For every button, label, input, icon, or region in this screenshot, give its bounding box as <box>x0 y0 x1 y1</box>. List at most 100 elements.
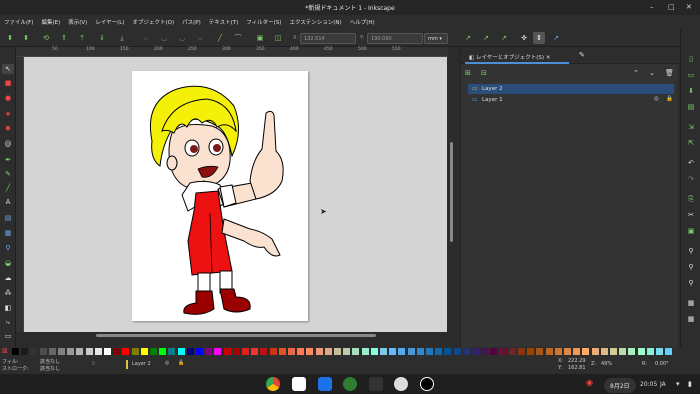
color-swatch[interactable] <box>278 348 286 355</box>
rotate-ccw-icon[interactable]: ⟲ <box>40 32 52 44</box>
color-swatch[interactable] <box>131 348 139 355</box>
color-swatch[interactable] <box>186 348 194 355</box>
color-swatch[interactable] <box>545 348 553 355</box>
path-effect2-icon[interactable]: ↗ <box>480 32 492 44</box>
menu-layer[interactable]: レイヤー(L) <box>91 15 128 29</box>
input-language[interactable]: JA <box>660 381 666 388</box>
color-swatch[interactable] <box>646 348 654 355</box>
clone-icon[interactable]: ▦ <box>685 315 697 325</box>
color-swatch[interactable] <box>21 348 29 355</box>
fill-stroke-tab-icon[interactable]: ✎ <box>579 51 585 59</box>
x-coordinate-field[interactable]: 132.614 <box>300 33 356 44</box>
text-tool-icon[interactable]: A <box>2 197 14 207</box>
import-icon[interactable]: ⇲ <box>685 123 697 133</box>
snap-toggle-icon[interactable]: ⇕ <box>533 32 545 44</box>
color-swatch[interactable] <box>48 348 56 355</box>
redo-icon[interactable]: ↷ <box>685 175 697 185</box>
record-icon[interactable]: ◉ <box>586 378 593 387</box>
color-swatch[interactable] <box>324 348 332 355</box>
color-swatch[interactable] <box>269 348 277 355</box>
color-swatch[interactable] <box>665 348 673 355</box>
add-layer-icon[interactable]: ⊞ <box>465 69 471 77</box>
terminal-icon[interactable] <box>369 377 383 391</box>
minimize-icon[interactable]: – <box>650 3 654 11</box>
scrollbar-thumb[interactable] <box>450 142 453 242</box>
node-cusp-icon[interactable]: ⌵ <box>140 32 152 44</box>
color-swatch[interactable] <box>380 348 387 355</box>
color-swatch[interactable] <box>656 348 663 355</box>
maximize-icon[interactable]: □ <box>668 3 675 11</box>
color-swatch[interactable] <box>214 348 222 355</box>
save-icon[interactable]: ⬇ <box>685 87 697 97</box>
color-swatch[interactable] <box>536 348 544 355</box>
color-swatch[interactable] <box>94 348 102 355</box>
color-swatch[interactable] <box>416 348 424 355</box>
opacity-field[interactable]: 0 <box>92 361 95 367</box>
color-swatch[interactable] <box>407 348 415 355</box>
gradient-tool-icon[interactable]: ▤ <box>2 213 14 223</box>
color-swatch[interactable] <box>232 348 240 355</box>
color-swatch[interactable] <box>472 348 479 355</box>
calligraphy-tool-icon[interactable]: ╱ <box>2 183 14 193</box>
node-symmetric-icon[interactable]: ◡ <box>176 32 188 44</box>
code-editor-icon[interactable] <box>343 377 357 391</box>
color-swatch[interactable] <box>490 348 498 355</box>
color-swatch[interactable] <box>591 348 599 355</box>
layer-lock-icon[interactable]: 🔓 <box>178 360 184 366</box>
export-icon[interactable]: ⇱ <box>685 139 697 149</box>
paint-bucket-tool-icon[interactable]: ◒ <box>2 258 14 268</box>
close-icon[interactable]: ✕ <box>686 3 692 11</box>
rectangle-tool-icon[interactable]: ■ <box>2 78 14 88</box>
color-swatch[interactable] <box>352 348 360 355</box>
object-to-path-icon[interactable]: ▣ <box>254 32 266 44</box>
color-swatch[interactable] <box>150 348 157 355</box>
color-swatch[interactable] <box>306 348 314 355</box>
print-icon[interactable]: ▤ <box>685 103 697 113</box>
color-swatch[interactable] <box>67 348 75 355</box>
raise-layer-icon[interactable]: ⌃ <box>633 69 639 77</box>
color-swatch[interactable] <box>260 348 268 355</box>
selector-tool-icon[interactable]: ↖ <box>2 64 14 74</box>
girl-illustration[interactable] <box>132 71 308 321</box>
color-swatch[interactable] <box>140 348 148 355</box>
color-swatch[interactable] <box>564 348 571 355</box>
layer-row[interactable]: ▭ Layer 2 <box>468 84 674 94</box>
color-swatch[interactable] <box>85 348 93 355</box>
color-swatch[interactable] <box>251 348 259 355</box>
copy-icon[interactable]: ⎘ <box>685 195 697 205</box>
current-layer[interactable]: Layer 2 <box>132 361 151 367</box>
ellipse-tool-icon[interactable]: ● <box>2 93 14 103</box>
tab-layers-objects[interactable]: ◧ レイヤーとオブジェクト(S) ✕ <box>465 49 569 64</box>
dropper-tool-icon[interactable]: ⚲ <box>2 243 14 253</box>
menu-path[interactable]: パス(P) <box>178 15 205 29</box>
paste-icon[interactable]: ▣ <box>685 227 697 237</box>
color-swatch[interactable] <box>499 348 507 355</box>
color-swatch[interactable] <box>508 348 516 355</box>
color-swatch[interactable] <box>610 348 617 355</box>
color-swatch[interactable] <box>12 348 19 355</box>
play-store-icon[interactable] <box>292 377 306 391</box>
color-swatch[interactable] <box>58 348 65 355</box>
color-swatch[interactable] <box>573 348 581 355</box>
pencil-tool-icon[interactable]: ✎ <box>2 169 14 179</box>
raise-icon[interactable]: ⇑ <box>58 32 70 44</box>
color-swatch[interactable] <box>334 348 341 355</box>
no-paint-icon[interactable]: ⊠ <box>2 347 8 355</box>
pen-tool-icon[interactable]: ✒ <box>2 155 14 165</box>
star-tool-icon[interactable]: ★ <box>2 109 14 119</box>
battery-icon[interactable]: ▮ <box>688 380 692 388</box>
menu-edit[interactable]: 編集(E) <box>37 15 64 29</box>
snap-options-icon[interactable]: ↗ <box>550 32 562 44</box>
select-all-icon[interactable]: ⬍ <box>4 32 16 44</box>
color-swatch[interactable] <box>196 348 203 355</box>
color-swatch[interactable] <box>159 348 167 355</box>
color-swatch[interactable] <box>242 348 249 355</box>
color-swatch[interactable] <box>113 348 121 355</box>
spiral-tool-icon[interactable]: @ <box>2 139 14 149</box>
zoom-page-icon[interactable]: ⚲ <box>685 279 697 289</box>
rotation-value[interactable]: 0.00° <box>655 361 669 367</box>
menu-extensions[interactable]: エクステンション(N) <box>285 15 345 29</box>
new-document-icon[interactable]: ▯ <box>685 55 697 65</box>
color-swatch[interactable] <box>600 348 608 355</box>
color-swatch[interactable] <box>444 348 452 355</box>
